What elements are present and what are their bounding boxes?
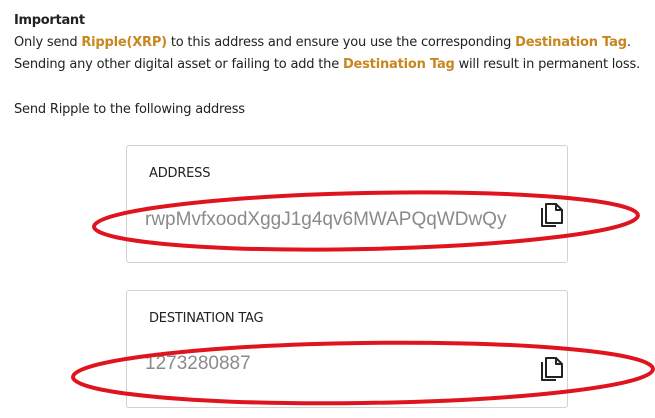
notice-text: Sending any other digital asset or faili…	[14, 57, 343, 72]
important-notice: Important Only send Ripple(XRP) to this …	[14, 10, 650, 76]
notice-line-1: Only send Ripple(XRP) to this address an…	[14, 32, 650, 54]
copy-destination-tag-button[interactable]	[539, 356, 565, 384]
notice-text: to this address and ensure you use the c…	[166, 35, 516, 50]
send-instruction: Send Ripple to the following address	[14, 102, 245, 117]
copy-icon	[541, 357, 563, 381]
destination-tag-value[interactable]: 1273280887	[145, 353, 251, 375]
copy-icon	[541, 203, 563, 227]
destination-tag-label: DESTINATION TAG	[149, 311, 264, 326]
address-card: ADDRESS rwpMvfxoodXggJ1g4qv6MWAPQqWDwQy	[126, 145, 568, 263]
address-value[interactable]: rwpMvfxoodXggJ1g4qv6MWAPQqWDwQy	[145, 209, 506, 231]
destination-tag-highlight: Destination Tag	[342, 57, 455, 72]
address-label: ADDRESS	[149, 166, 211, 181]
notice-text: will result in permanent loss.	[454, 57, 641, 72]
notice-text: .	[626, 35, 631, 50]
copy-address-button[interactable]	[539, 202, 565, 230]
asset-highlight: Ripple(XRP)	[81, 35, 167, 50]
destination-tag-highlight: Destination Tag	[515, 35, 627, 50]
notice-text: Only send	[14, 35, 82, 50]
notice-title: Important	[14, 13, 85, 28]
destination-tag-card: DESTINATION TAG 1273280887	[126, 290, 568, 408]
notice-line-2: Sending any other digital asset or faili…	[14, 54, 650, 76]
